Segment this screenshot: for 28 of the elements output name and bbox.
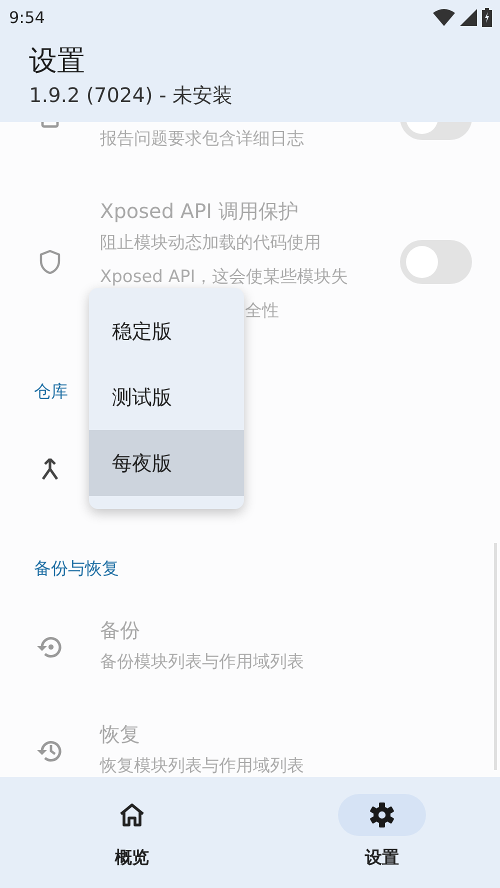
version-subtitle: 1.9.2 (7024) - 未安装 <box>29 82 234 109</box>
setting-summary: 恢复模块列表与作用域列表 <box>100 755 304 777</box>
home-icon <box>119 803 145 827</box>
page-title: 设置 <box>29 43 86 79</box>
menu-item[interactable]: 测试版 <box>89 364 244 430</box>
merge-icon <box>40 457 60 481</box>
battery-charging-icon <box>482 8 492 26</box>
section-header: 备份与恢复 <box>34 558 119 581</box>
setting-title: 备份 <box>100 617 141 644</box>
setting-summary: 报告问题要求包含详细日志 <box>100 128 304 151</box>
shield-icon <box>39 249 61 275</box>
signal-icon <box>460 8 477 26</box>
nav-tab[interactable]: 设置 <box>264 777 500 888</box>
setting-summary: 全性 <box>244 300 279 323</box>
setting-summary: 阻止模块动态加载的代码使用 <box>100 232 321 255</box>
status-time: 9:54 <box>9 8 45 26</box>
settings-icon <box>369 802 395 828</box>
wifi-icon <box>433 8 455 26</box>
backup-icon <box>36 634 64 660</box>
menu-item[interactable]: 每夜版 <box>89 430 244 496</box>
menu-item[interactable]: 稳定版 <box>89 298 244 364</box>
history-icon <box>36 738 64 764</box>
setting-title: 恢复 <box>100 721 141 748</box>
setting-summary: 备份模块列表与作用域列表 <box>100 651 304 674</box>
section-header: 仓库 <box>34 381 68 404</box>
nav-tab[interactable]: 概览 <box>0 777 264 888</box>
setting-title: Xposed API 调用保护 <box>100 198 300 225</box>
setting-summary: Xposed API，这会使某些模块失 <box>100 266 348 289</box>
